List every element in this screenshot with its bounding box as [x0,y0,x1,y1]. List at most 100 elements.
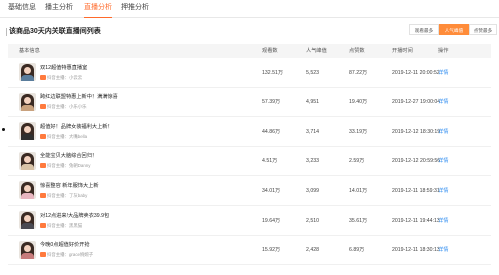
thumbnail-face [24,155,31,163]
host-name: 抖音主播：黑黑猫 [47,222,82,229]
thumbnail-image[interactable] [19,122,36,141]
thumbnail-face [24,215,31,222]
detail-link[interactable]: 详情 [438,247,448,254]
likes-value: 2.59万 [349,158,365,165]
column-header-1: 基本信息 [19,48,40,54]
host-value: 小云云 [68,74,83,80]
host-name: 抖音主播：大嘴bella [47,133,87,140]
tab-1[interactable]: 基础信息 [8,3,36,18]
host-value: 了灰baby [68,192,88,198]
likes-value: 87.22万 [349,69,368,76]
thumbnail-image[interactable] [19,151,36,170]
douyin-icon [40,74,46,80]
stream-title[interactable]: 对12点进来!大品牌卖衣39.9包 [40,213,109,220]
start-time-value: 2019-12-11 20:00:52 [392,69,440,76]
tab-3[interactable]: 直播分析 [84,3,112,18]
start-time-value: 2019-12-27 19:00:04 [392,99,441,106]
thumbnail-body [21,252,34,259]
detail-link[interactable]: 详情 [438,218,448,225]
start-time-value: 2019-12-12 18:30:19 [392,128,441,135]
thumbnail-image[interactable] [19,181,36,200]
start-time-value: 2019-12-11 18:59:31 [392,187,440,194]
thumbnail-image[interactable] [19,211,36,229]
peak-value: 3,714 [306,128,319,135]
table-row: 双12超值特惠直播室 抖音主播：小云云 132.51万 5,523 87.22万 2019… [8,58,491,88]
host-prefix: 抖音主播： [47,192,69,198]
stream-title[interactable]: 双12超值特惠直播室 [40,65,87,72]
thumbnail-body [21,163,34,170]
thumbnail-body [21,75,34,81]
likes-value: 19.40万 [349,99,368,106]
likes-value: 35.61万 [349,217,368,224]
host-name: 抖音主播：兔朝Danny [47,162,90,169]
peak-value: 3,099 [306,187,319,194]
column-header-6: 操作 [438,48,449,54]
thumbnail-body [21,223,34,229]
tab-bar: 基础信息 播主分析 直播分析 押推分析 [0,0,499,18]
thumbnail-face [24,244,31,252]
thumbnail-face [24,67,31,74]
peak-value: 2,428 [306,247,319,254]
douyin-icon [40,252,46,258]
host-name: 抖音主播：了灰baby [47,192,87,199]
table-header: 基本信息 观看数 人气峰值 点赞数 开播时间 操作 [8,44,491,58]
start-time-value: 2019-12-11 18:30:13 [392,247,440,254]
views-value: 4.51万 [262,158,278,165]
views-value: 15.92万 [262,247,281,254]
peak-value: 4,951 [306,99,319,106]
sort-button-3[interactable]: 点赞最多 [469,24,497,35]
host-value: 大嘴bella [68,133,88,139]
views-value: 132.51万 [262,69,284,76]
column-header-4: 点赞数 [349,48,365,54]
detail-link[interactable]: 详情 [438,158,448,165]
tab-2[interactable]: 播主分析 [45,3,73,18]
table-row: 惊喜整容 新年服饰大上新 抖音主播：了灰baby 34.01万 3,099 14.01万… [8,176,491,206]
cursor-dot [2,128,5,131]
start-time-value: 2019-12-12 20:59:56 [392,158,441,165]
host-name: 抖音主播：小乐小乐 [47,103,87,110]
table-row: 超值好！品牌女装福利大上新！ 抖音主播：大嘴bella 44.86万 3,714 33.… [8,117,491,147]
detail-link[interactable]: 详情 [438,99,448,106]
host-value: 黑黑猫 [68,222,83,228]
start-time-value: 2019-12-11 19:44:13 [392,217,440,224]
peak-value: 5,523 [306,69,319,76]
views-value: 44.86万 [262,128,281,135]
table-row: 跨红边联盟特惠上新中！满满惊喜 抖音主播：小乐小乐 57.39万 4,951 19.40… [8,88,491,118]
likes-value: 6.89万 [349,247,365,254]
thumbnail-image[interactable] [19,63,36,81]
host-value: 小乐小乐 [68,104,87,110]
thumbnail-image[interactable] [19,240,36,259]
thumbnail-body [21,193,34,200]
host-prefix: 抖音主播： [47,74,69,80]
tab-4[interactable]: 押推分析 [121,3,149,18]
table-row: 全能宝贝大脑综合回归！ 抖音主播：兔朝Danny 4.51万 3,233 2.59万 20… [8,147,491,177]
host-prefix: 抖音主播： [47,133,69,139]
host-prefix: 抖音主播： [47,222,69,228]
detail-link[interactable]: 详情 [438,188,448,195]
thumbnail-face [24,96,31,104]
stream-title[interactable]: 超值好！品牌女装福利大上新！ [40,124,113,131]
thumbnail-image[interactable] [19,92,36,111]
sort-button-2[interactable]: 人气峰值 [439,24,469,35]
thumbnail-body [21,134,34,141]
section-title: 该商品30天内关联直播间列表 [6,28,101,36]
host-name: 抖音主播：小云云 [47,74,82,81]
host-prefix: 抖音主播： [47,163,69,169]
sort-button-1[interactable]: 观看最多 [409,24,439,35]
detail-link[interactable]: 详情 [438,129,448,136]
stream-title[interactable]: 今晚0点超值好价开抢 [40,242,90,249]
host-prefix: 抖音主播： [47,252,69,258]
table-row: 今晚0点超值好价开抢抖音主播：grace婉婉子 15.92万 2,428 6.89万 2… [8,236,491,266]
douyin-icon [40,104,46,110]
host-value: grace婉婉子 [68,252,94,258]
column-header-5: 开播时间 [392,48,413,54]
douyin-icon [40,163,46,169]
douyin-icon [40,192,46,198]
table-row: 对12点进来!大品牌卖衣39.9包 抖音主播：黑黑猫 19.64万 2,510 35.6… [8,206,491,236]
likes-value: 14.01万 [349,187,368,194]
detail-link[interactable]: 详情 [438,70,448,77]
stream-title[interactable]: 跨红边联盟特惠上新中！满满惊喜 [40,94,118,101]
stream-title[interactable]: 惊喜整容 新年服饰大上新 [40,183,99,190]
stream-title[interactable]: 全能宝贝大脑综合回归！ [40,153,97,160]
likes-value: 33.19万 [349,128,368,135]
